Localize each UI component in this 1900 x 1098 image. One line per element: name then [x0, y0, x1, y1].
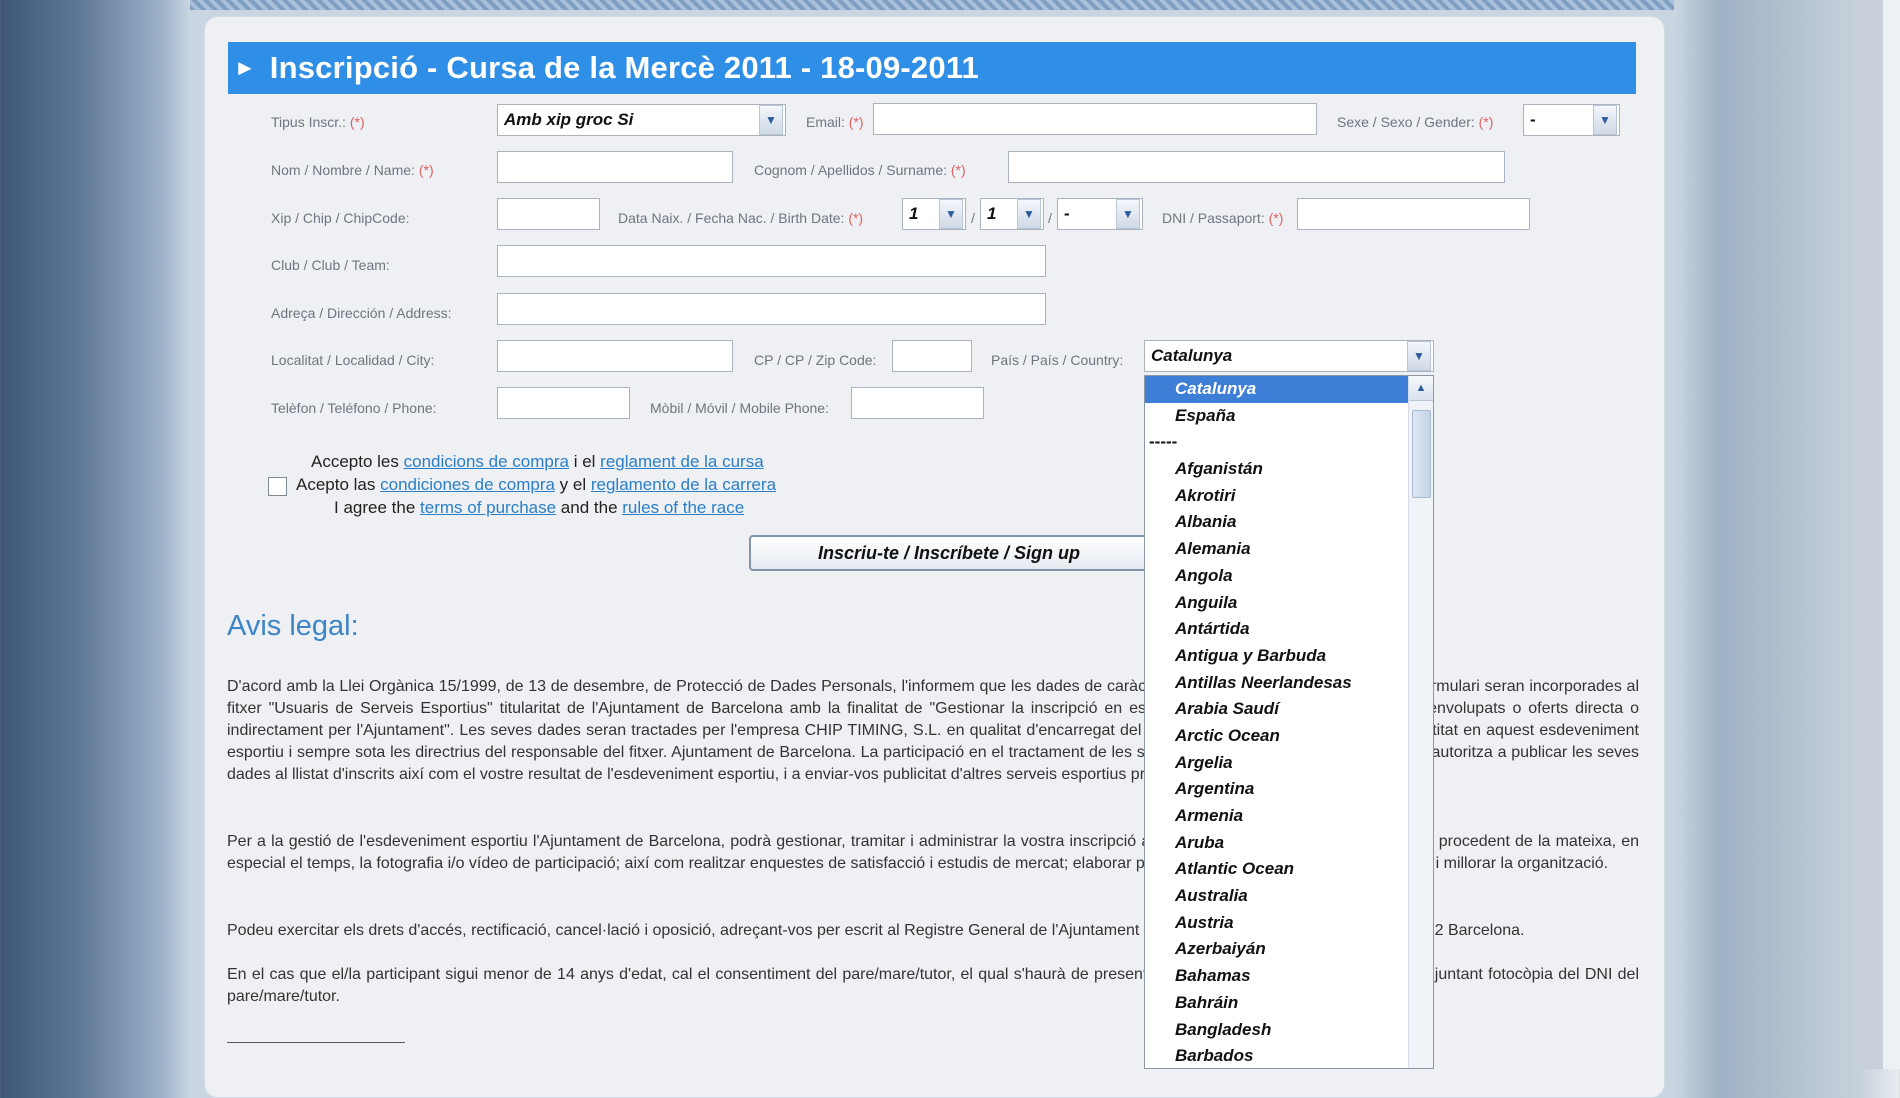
- country-option[interactable]: Angola: [1145, 563, 1409, 590]
- agree-line-en: I agree the terms of purchase and the ru…: [334, 498, 745, 517]
- condicions-compra-link[interactable]: condicions de compra: [404, 452, 569, 471]
- country-option[interactable]: Antigua y Barbuda: [1145, 643, 1409, 670]
- country-option[interactable]: Albania: [1145, 509, 1409, 536]
- sexo-select[interactable]: - ▼: [1523, 104, 1620, 136]
- birth-day-select[interactable]: 1 ▼: [902, 198, 966, 230]
- birth-month-select[interactable]: 1 ▼: [980, 198, 1044, 230]
- tipus-label: Tipus Inscr.: (*): [271, 114, 365, 130]
- country-option[interactable]: Alemania: [1145, 536, 1409, 563]
- country-option[interactable]: Anguila: [1145, 590, 1409, 617]
- cp-label: CP / CP / Zip Code:: [754, 352, 877, 368]
- form-title-bar: ► Inscripció - Cursa de la Mercè 2011 - …: [228, 42, 1636, 94]
- chevron-down-icon[interactable]: ▼: [1593, 105, 1617, 135]
- zip-field[interactable]: [892, 340, 972, 372]
- chevron-down-icon[interactable]: ▼: [1407, 341, 1431, 371]
- country-option[interactable]: Bangladesh: [1145, 1017, 1409, 1044]
- country-option[interactable]: Azerbaiyán: [1145, 936, 1409, 963]
- mobil-label: Mòbil / Móvil / Mobile Phone:: [650, 400, 829, 416]
- club-label: Club / Club / Team:: [271, 257, 390, 273]
- country-option[interactable]: Austria: [1145, 910, 1409, 937]
- country-option[interactable]: -----: [1145, 429, 1409, 456]
- chevron-down-icon[interactable]: ▼: [1017, 199, 1041, 229]
- play-arrow-icon: ►: [234, 55, 256, 80]
- country-option[interactable]: Argentina: [1145, 776, 1409, 803]
- date-separator: /: [1048, 210, 1052, 226]
- country-option[interactable]: Atlantic Ocean: [1145, 856, 1409, 883]
- agree-checkbox[interactable]: [268, 477, 287, 496]
- birth-year-value: -: [1064, 204, 1070, 223]
- country-option[interactable]: Akrotiri: [1145, 483, 1409, 510]
- dropdown-scroll-thumb[interactable]: [1412, 410, 1431, 498]
- page-title: Inscripció - Cursa de la Mercè 2011 - 18…: [269, 50, 979, 85]
- country-option[interactable]: Bahamas: [1145, 963, 1409, 990]
- chevron-up-icon[interactable]: ▲: [1409, 376, 1433, 401]
- dni-label: DNI / Passaport: (*): [1162, 210, 1284, 226]
- birth-month-value: 1: [987, 204, 997, 223]
- reglament-cursa-link[interactable]: reglament de la cursa: [600, 452, 763, 471]
- telefon-label: Telèfon / Teléfono / Phone:: [271, 400, 437, 416]
- pais-label: País / País / Country:: [991, 352, 1124, 368]
- address-field[interactable]: [497, 293, 1046, 325]
- country-option[interactable]: Arabia Saudí: [1145, 696, 1409, 723]
- phone-field[interactable]: [497, 387, 630, 419]
- agree-line-es: Acepto las condiciones de compra y el re…: [296, 475, 777, 494]
- country-option[interactable]: Catalunya: [1145, 376, 1409, 403]
- tipus-select[interactable]: Amb xip groc Si ▼: [497, 104, 786, 136]
- sexo-select-value: -: [1530, 110, 1536, 129]
- country-option[interactable]: Argelia: [1145, 750, 1409, 777]
- club-field[interactable]: [497, 245, 1046, 277]
- country-option[interactable]: Arctic Ocean: [1145, 723, 1409, 750]
- tipus-select-value: Amb xip groc Si: [504, 110, 634, 129]
- xip-field[interactable]: [497, 198, 600, 230]
- country-option[interactable]: Barbados: [1145, 1043, 1409, 1068]
- cognom-field[interactable]: [1008, 151, 1505, 183]
- email-field[interactable]: [873, 103, 1317, 135]
- country-dropdown-list[interactable]: Catalunya España ----- Afganistán Akrotiri Al…: [1144, 375, 1434, 1069]
- country-option[interactable]: Australia: [1145, 883, 1409, 910]
- naix-label: Data Naix. / Fecha Nac. / Birth Date: (*…: [618, 210, 864, 226]
- country-option[interactable]: Bahráin: [1145, 990, 1409, 1017]
- browser-edge: [1883, 0, 1900, 1069]
- chevron-down-icon[interactable]: ▼: [759, 105, 783, 135]
- agree-line-ca: Accepto les condicions de compra i el re…: [311, 452, 764, 471]
- cognom-label: Cognom / Apellidos / Surname: (*): [754, 162, 966, 178]
- country-select[interactable]: Catalunya ▼: [1144, 340, 1434, 372]
- dni-field[interactable]: [1297, 198, 1530, 230]
- birth-day-value: 1: [909, 204, 919, 223]
- country-option[interactable]: Aruba: [1145, 830, 1409, 857]
- adreca-label: Adreça / Dirección / Address:: [271, 305, 452, 321]
- country-option[interactable]: Afganistán: [1145, 456, 1409, 483]
- terms-of-purchase-link[interactable]: terms of purchase: [420, 498, 556, 517]
- country-options: Catalunya España ----- Afganistán Akrotiri Al…: [1145, 376, 1409, 1068]
- mobile-field[interactable]: [851, 387, 984, 419]
- xip-label: Xip / Chip / ChipCode:: [271, 210, 410, 226]
- sexo-label: Sexe / Sexo / Gender: (*): [1337, 114, 1494, 130]
- condiciones-compra-link[interactable]: condiciones de compra: [380, 475, 555, 494]
- country-option[interactable]: Antillas Neerlandesas: [1145, 670, 1409, 697]
- chevron-down-icon[interactable]: ▼: [939, 199, 963, 229]
- country-select-value: Catalunya: [1151, 346, 1233, 365]
- nom-field[interactable]: [497, 151, 733, 183]
- chevron-down-icon[interactable]: ▼: [1116, 199, 1140, 229]
- email-label: Email: (*): [806, 114, 864, 130]
- signup-button[interactable]: Inscriu-te / Inscríbete / Sign up: [749, 535, 1149, 571]
- birth-year-select[interactable]: - ▼: [1057, 198, 1143, 230]
- top-decorative-band: [190, 0, 1674, 10]
- city-field[interactable]: [497, 340, 733, 372]
- reglamento-carrera-link[interactable]: reglamento de la carrera: [591, 475, 776, 494]
- date-separator: /: [971, 210, 975, 226]
- nom-label: Nom / Nombre / Name: (*): [271, 162, 434, 178]
- country-option[interactable]: Antártida: [1145, 616, 1409, 643]
- legal-heading: Avis legal:: [227, 610, 359, 642]
- dropdown-scrollbar[interactable]: ▲: [1408, 376, 1433, 1068]
- divider: [227, 1042, 405, 1043]
- country-option[interactable]: España: [1145, 403, 1409, 430]
- browser-scrollbar-track[interactable]: [1858, 0, 1883, 1069]
- rules-of-race-link[interactable]: rules of the race: [622, 498, 744, 517]
- country-option[interactable]: Armenia: [1145, 803, 1409, 830]
- localitat-label: Localitat / Localidad / City:: [271, 352, 435, 368]
